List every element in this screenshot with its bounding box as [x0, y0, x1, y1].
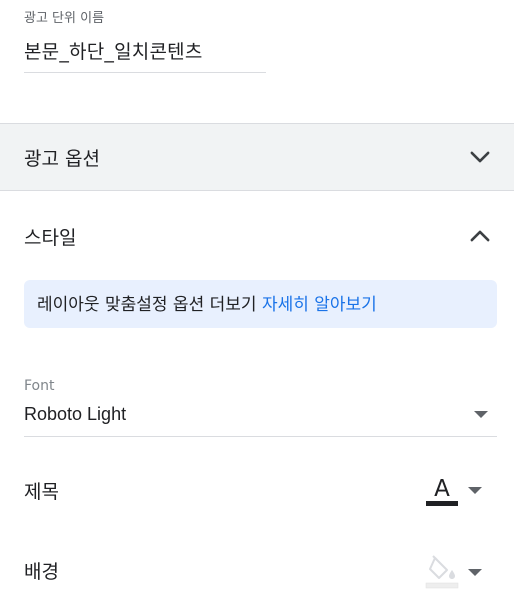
font-select[interactable]: Roboto Light: [24, 404, 126, 425]
fill-color-icon[interactable]: [424, 553, 460, 589]
background-color-dropdown-arrow-icon[interactable]: [468, 569, 482, 576]
ad-unit-name-label: 광고 단위 이름: [24, 11, 105, 26]
layout-info-box: 레이아웃 맞춤설정 옵션 더보기 자세히 알아보기: [24, 280, 497, 328]
chevron-up-icon[interactable]: [466, 222, 494, 250]
font-dropdown-arrow-icon[interactable]: [474, 411, 488, 418]
title-color-label: 제목: [24, 481, 59, 503]
ad-unit-name-input[interactable]: 본문_하단_일치콘텐츠: [24, 37, 203, 64]
background-color-label: 배경: [24, 561, 59, 583]
layout-info-text: 레이아웃 맞춤설정 옵션 더보기: [37, 295, 262, 315]
font-label: Font: [24, 378, 55, 394]
text-color-icon[interactable]: A: [424, 474, 460, 508]
title-glyph: A: [434, 476, 450, 502]
ad-unit-name-underline: [24, 72, 266, 73]
learn-more-link[interactable]: 자세히 알아보기: [262, 295, 377, 315]
ad-options-section-header[interactable]: 광고 옵션: [0, 123, 514, 191]
ad-options-title: 광고 옵션: [24, 148, 100, 170]
style-section-header[interactable]: 스타일: [0, 190, 514, 270]
font-underline: [24, 436, 497, 437]
title-color-dropdown-arrow-icon[interactable]: [468, 487, 482, 494]
style-title: 스타일: [24, 227, 77, 249]
chevron-down-icon[interactable]: [466, 143, 494, 171]
